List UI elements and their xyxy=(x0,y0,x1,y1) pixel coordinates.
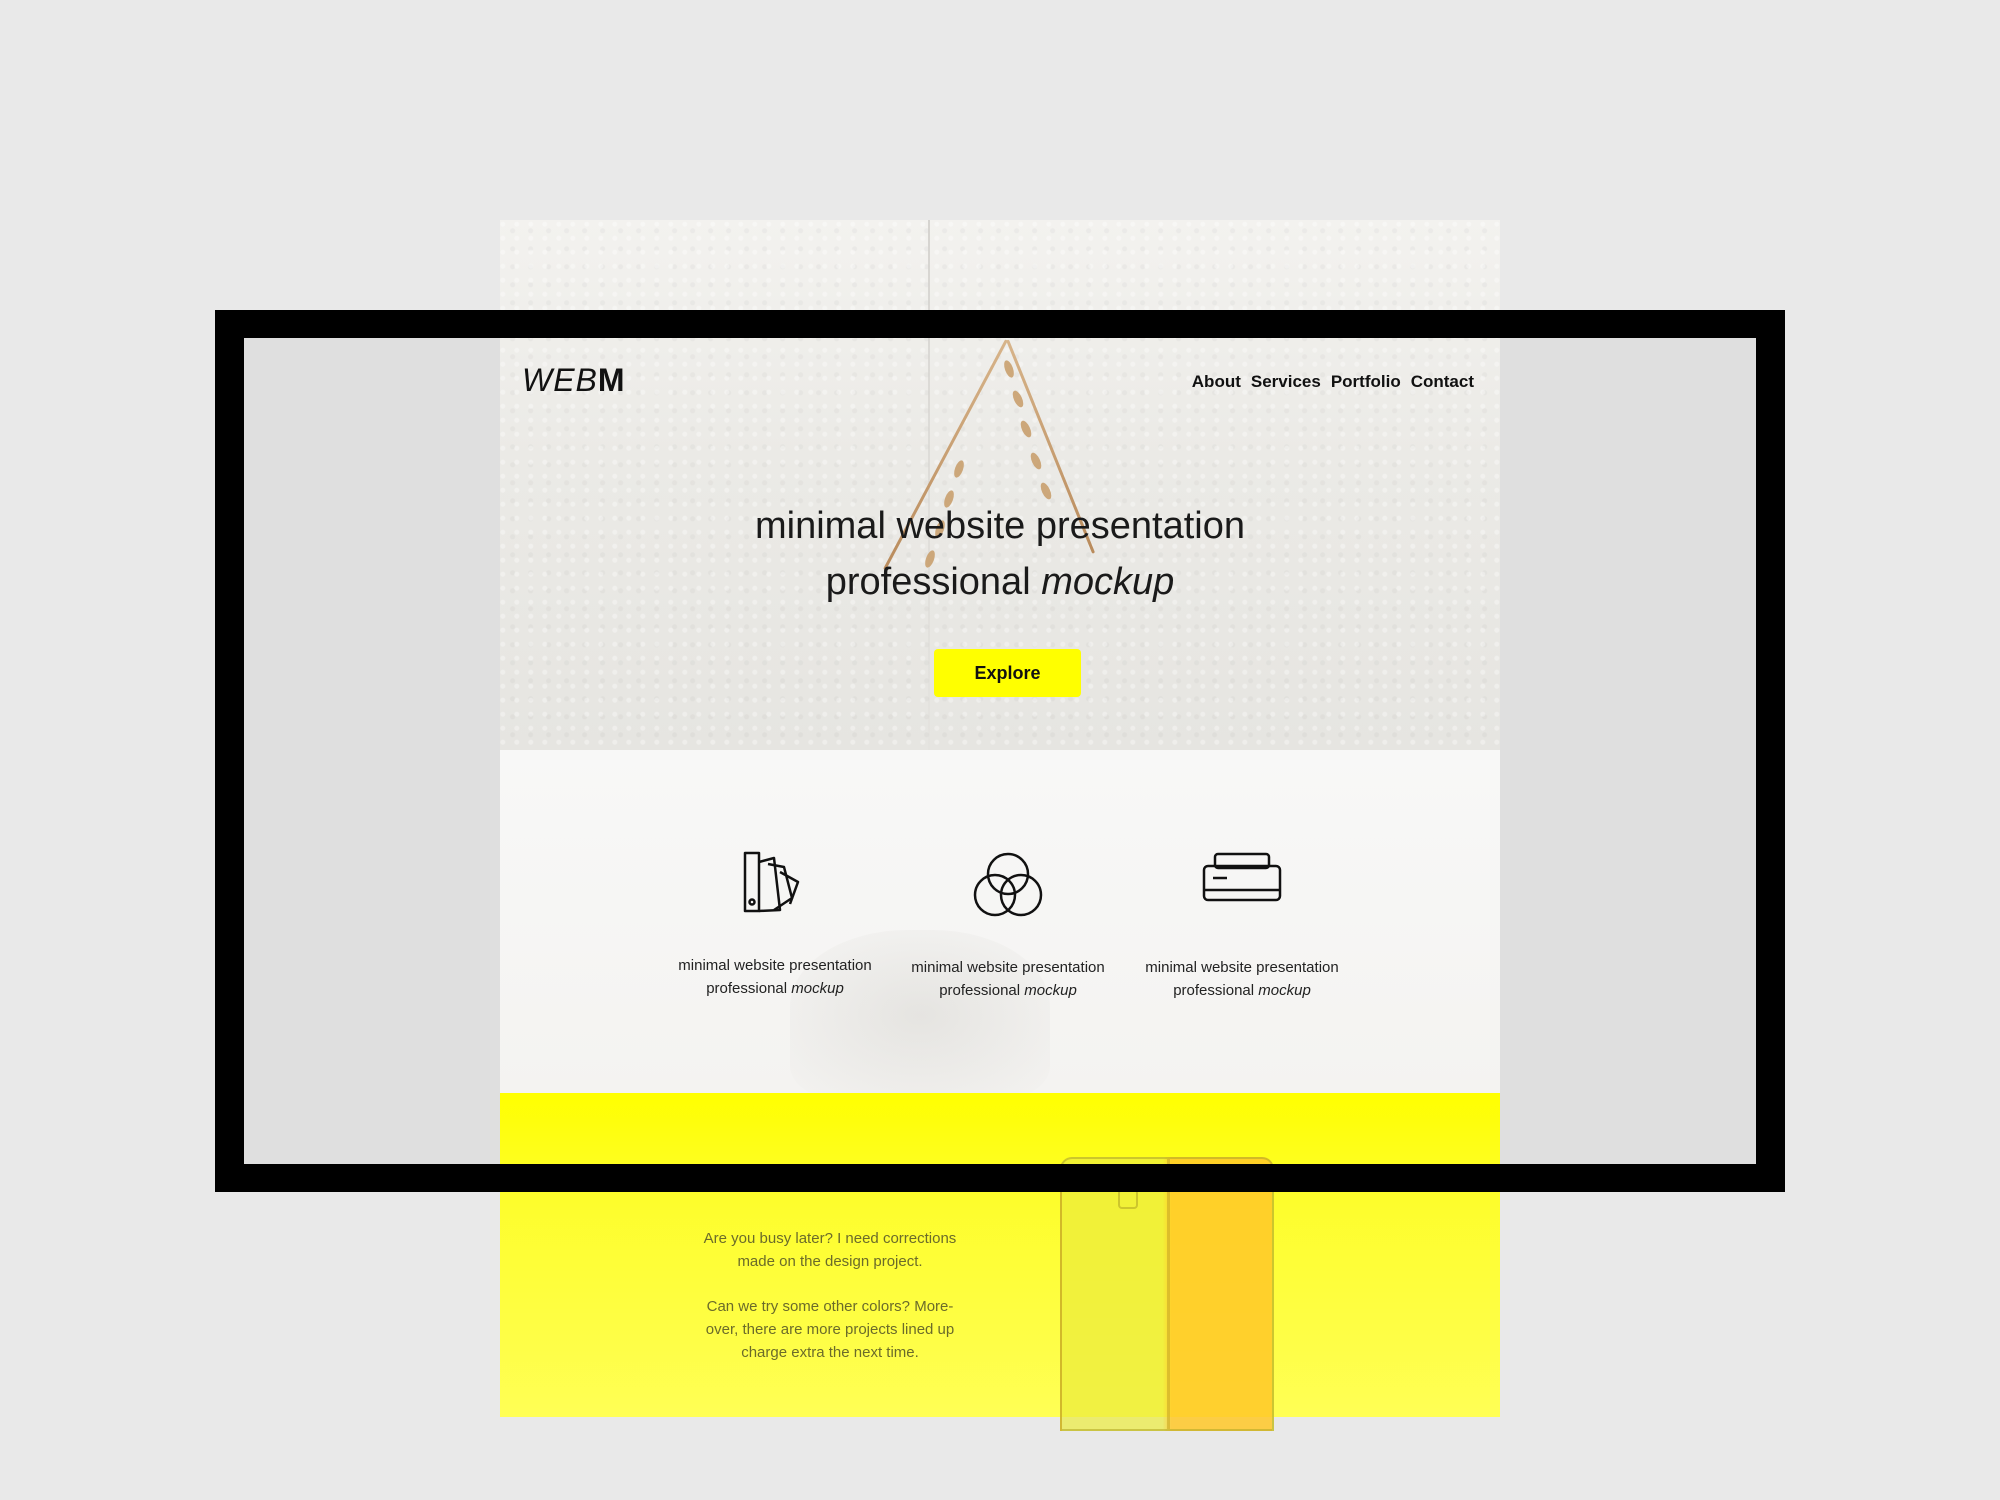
presentation-stage: WEBM About Services Portfolio Contact mi… xyxy=(0,0,2000,1500)
hero-title-emphasis: mockup xyxy=(1041,561,1175,603)
contact-yellow-section: Are you busy later? I need corrections m… xyxy=(500,1093,1500,1431)
message-text: Can we try some other colors? More-over,… xyxy=(705,1298,955,1361)
nav-services[interactable]: Services xyxy=(1251,372,1321,392)
service-line2-plain: professional xyxy=(1173,982,1259,999)
overlapping-circles-icon xyxy=(973,852,1043,917)
service-line2-emphasis: mockup xyxy=(1258,982,1311,999)
logo-text-bold: M xyxy=(597,362,626,398)
service-line2: professional mockup xyxy=(665,977,885,1000)
service-text: minimal website presentation professiona… xyxy=(898,956,1118,1002)
service-item: minimal website presentation professiona… xyxy=(898,850,1118,1002)
service-text: minimal website presentation professiona… xyxy=(665,954,885,1000)
services-section: minimal website presentation professiona… xyxy=(500,750,1500,1100)
nav-contact[interactable]: Contact xyxy=(1411,372,1474,392)
phone-divider xyxy=(1167,1159,1170,1429)
service-line1: minimal website presentation xyxy=(911,959,1105,976)
service-line2: professional mockup xyxy=(1132,979,1352,1002)
service-item: minimal website presentation professiona… xyxy=(1132,850,1352,1002)
monitor-bezel-top xyxy=(215,310,1785,338)
service-line1: minimal website presentation xyxy=(1145,959,1339,976)
service-line2-plain: professional xyxy=(706,980,792,997)
nav-portfolio[interactable]: Portfolio xyxy=(1331,372,1401,392)
hero-title-line2: professional mockup xyxy=(600,554,1400,610)
service-item: minimal website presentation professiona… xyxy=(665,850,885,1000)
swatch-fan-icon xyxy=(743,851,800,913)
service-line2-plain: professional xyxy=(939,982,1025,999)
hero-title-line1: minimal website presentation xyxy=(754,505,1245,547)
hero-title: minimal website presentation professiona… xyxy=(600,498,1400,610)
monitor-bezel-bottom xyxy=(215,1164,1785,1192)
explore-button[interactable]: Explore xyxy=(934,649,1081,697)
service-text: minimal website presentation professiona… xyxy=(1132,956,1352,1002)
service-line1: minimal website presentation xyxy=(678,957,872,974)
message-text: Are you busy later? I need corrections m… xyxy=(703,1230,957,1270)
hero-title-plain: professional xyxy=(825,561,1042,603)
camera-icon xyxy=(1118,1189,1138,1209)
service-line2-emphasis: mockup xyxy=(791,980,844,997)
phone-mockup xyxy=(1060,1157,1274,1431)
site-logo[interactable]: WEBM xyxy=(522,362,626,399)
printer-icon xyxy=(1202,852,1282,902)
service-line2: professional mockup xyxy=(898,979,1118,1002)
logo-text-light: WEB xyxy=(522,362,598,398)
main-nav: About Services Portfolio Contact xyxy=(1192,372,1474,392)
service-line2-emphasis: mockup xyxy=(1024,982,1077,999)
nav-about[interactable]: About xyxy=(1192,372,1241,392)
